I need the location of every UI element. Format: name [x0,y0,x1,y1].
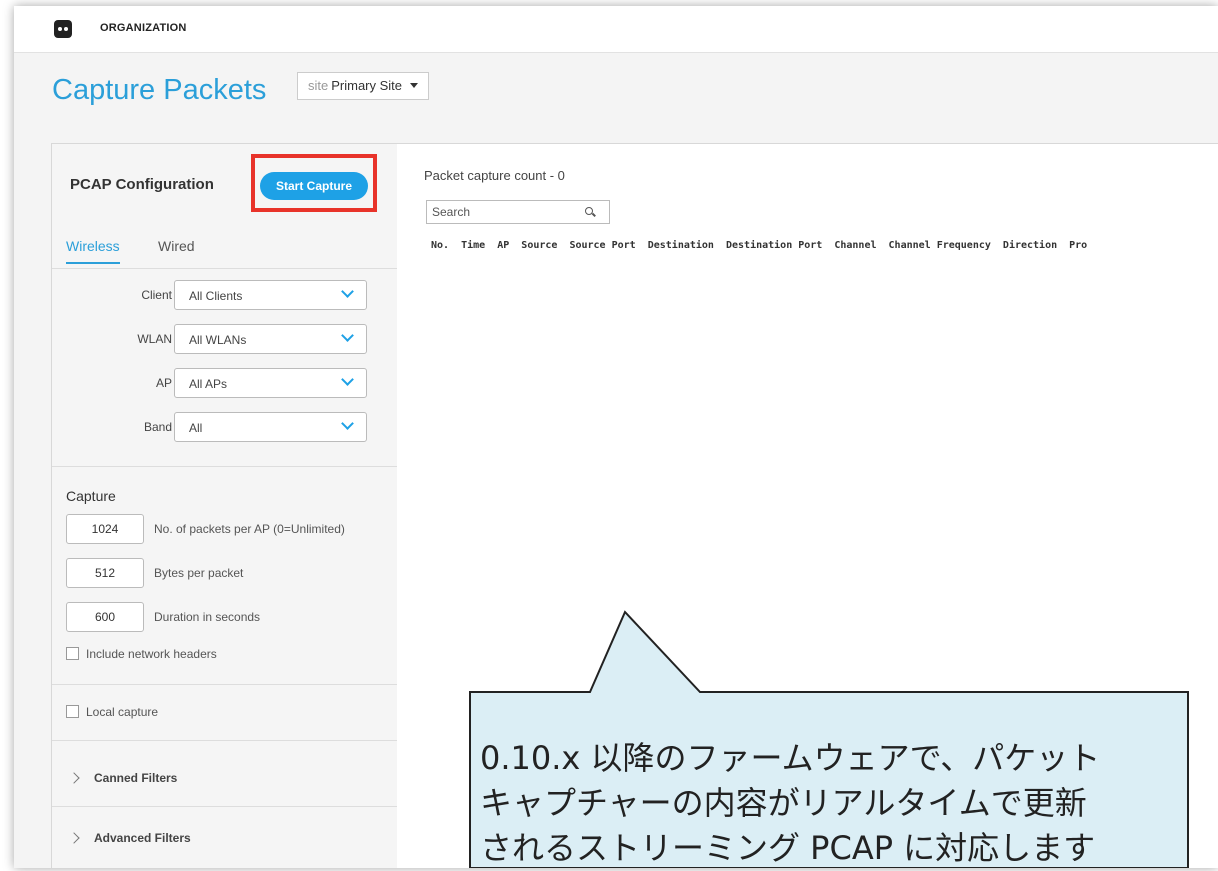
packets-per-ap-label: No. of packets per AP (0=Unlimited) [154,522,345,536]
chevron-down-icon [341,329,354,342]
divider [52,806,397,807]
local-capture-label: Local capture [86,705,159,719]
column-header[interactable]: Source Port [569,240,635,251]
column-header[interactable]: AP [497,240,509,251]
bytes-per-packet-row: 512 Bytes per packet [66,558,396,588]
band-value: All [189,421,203,435]
caret-down-icon [410,83,419,88]
client-filter-row: Client All Clients [52,280,397,312]
chevron-down-icon [341,417,354,430]
ap-label: AP [155,376,172,390]
site-selector[interactable]: site Primary Site [297,72,430,100]
divider [52,466,397,467]
callout-line: キャプチャーの内容がリアルタイムで更新 [480,784,1087,822]
band-select[interactable]: All [174,412,367,442]
search-input[interactable]: Search [426,200,610,224]
client-value: All Clients [189,289,243,303]
site-prefix: site [308,78,329,93]
include-headers-checkbox[interactable] [66,647,79,660]
chevron-right-icon [68,832,80,844]
callout-text: 0.10.x 以降のファームウェアで、パケット キャプチャーの内容がリアルタイム… [480,736,1180,871]
duration-label: Duration in seconds [154,610,261,624]
page-title: Capture Packets [52,74,267,106]
column-header[interactable]: Pro [1069,240,1087,251]
wlan-value: All WLANs [189,333,247,347]
search-icon [585,207,593,215]
capture-section-title: Capture [66,488,116,504]
column-header[interactable]: No. [431,240,449,251]
band-label: Band [143,420,172,434]
local-capture-checkbox[interactable] [66,705,79,718]
wlan-filter-row: WLAN All WLANs [52,324,397,356]
column-header[interactable]: Destination [648,240,714,251]
bytes-per-packet-input[interactable]: 512 [66,558,144,588]
pcap-config-panel: PCAP Configuration Start Capture Wireles… [51,143,398,868]
column-header[interactable]: Direction [1003,240,1057,251]
client-select[interactable]: All Clients [174,280,367,310]
packets-per-ap-input[interactable]: 1024 [66,514,144,544]
column-header[interactable]: Source [521,240,557,251]
bytes-per-packet-label: Bytes per packet [154,566,244,580]
column-header[interactable]: Time [461,240,485,251]
chevron-right-icon [68,772,80,784]
divider [52,684,397,685]
column-header[interactable]: Channel Frequency [889,240,991,251]
column-header[interactable]: Channel [834,240,876,251]
canned-filters-label: Canned Filters [94,771,178,785]
column-header[interactable]: Destination Port [726,240,822,251]
pcap-config-title: PCAP Configuration [70,176,214,193]
site-value: Primary Site [331,78,403,93]
tab-wired[interactable]: Wired [158,238,195,254]
search-placeholder: Search [432,205,471,219]
table-header: No. Time AP Source Source Port Destinati… [431,240,1093,251]
highlight-box [251,154,377,212]
divider [52,740,397,741]
ap-select[interactable]: All APs [174,368,367,398]
duration-input[interactable]: 600 [66,602,144,632]
include-headers-label: Include network headers [86,647,217,661]
top-bar: ORGANIZATION [14,6,1218,53]
packet-count: Packet capture count - 0 [424,168,565,183]
band-filter-row: Band All [52,412,397,444]
packets-per-ap-row: 1024 No. of packets per AP (0=Unlimited) [66,514,396,544]
org-label[interactable]: ORGANIZATION [100,22,187,34]
chevron-down-icon [341,285,354,298]
callout-line: 0.10.x 以降のファームウェアで、パケット [480,739,1101,777]
callout-line: されるストリーミング PCAP に対応します [480,829,1096,867]
tab-wireless[interactable]: Wireless [66,238,120,264]
wlan-select[interactable]: All WLANs [174,324,367,354]
wlan-label: WLAN [137,332,172,346]
advanced-filters-label: Advanced Filters [94,831,191,845]
ap-filter-row: AP All APs [52,368,397,400]
logo-icon [54,20,72,38]
duration-row: 600 Duration in seconds [66,602,396,632]
ap-value: All APs [189,377,228,391]
chevron-down-icon [341,373,354,386]
tab-bar: Wireless Wired [52,236,397,269]
client-label: Client [141,288,172,302]
